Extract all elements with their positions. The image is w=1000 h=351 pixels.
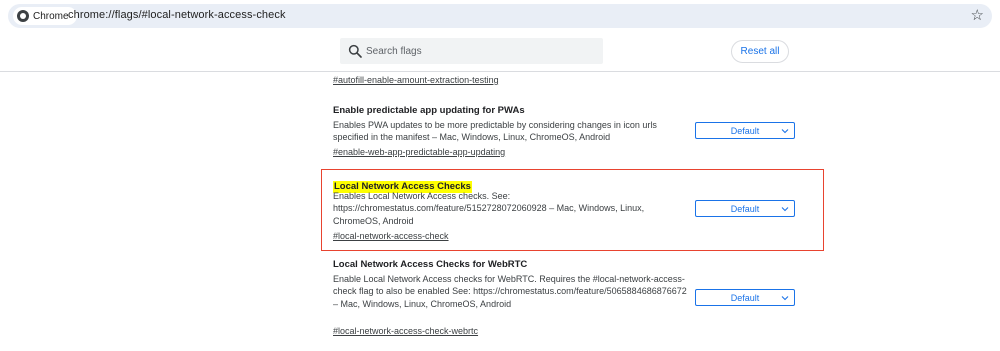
reset-all-button[interactable]: Reset all	[731, 40, 789, 63]
flag-title: Local Network Access Checks for WebRTC	[333, 259, 528, 270]
search-icon	[348, 44, 362, 58]
flag-link[interactable]: #local-network-access-check-webrtc	[333, 325, 478, 337]
chip-label: Chrome	[33, 10, 69, 22]
search-input[interactable]	[365, 38, 595, 64]
search-box[interactable]	[340, 38, 603, 64]
browser-toolbar: Chrome chrome://flags/#local-network-acc…	[0, 0, 1000, 31]
select-value: Default	[730, 292, 760, 303]
url-text[interactable]: chrome://flags/#local-network-access-che…	[68, 9, 286, 21]
select-value: Default	[730, 125, 760, 136]
annotation-highlight-box	[321, 169, 824, 251]
flag-description: Enable Local Network Access checks for W…	[333, 274, 687, 309]
address-bar[interactable]: Chrome chrome://flags/#local-network-acc…	[8, 4, 992, 28]
flag-title: Enable predictable app updating for PWAs	[333, 105, 525, 116]
chrome-logo-icon	[17, 10, 29, 22]
flag-description: Enables PWA updates to be more predictab…	[333, 120, 657, 143]
chevron-down-icon	[781, 129, 789, 134]
flags-header: Reset all	[0, 31, 1000, 72]
flag-item: Enable predictable app updating for PWAs…	[333, 105, 833, 161]
flag-link[interactable]: #autofill-enable-amount-extraction-testi…	[333, 74, 499, 86]
flag-state-select[interactable]: Default	[695, 289, 795, 306]
flag-state-select[interactable]: Default	[695, 122, 795, 139]
flag-link[interactable]: #enable-web-app-predictable-app-updating	[333, 146, 505, 158]
bookmark-star-icon[interactable]: ☆	[971, 6, 984, 26]
chrome-flags-page: Chrome chrome://flags/#local-network-acc…	[0, 0, 1000, 351]
flag-item: Local Network Access Checks for WebRTC E…	[333, 259, 833, 339]
chevron-down-icon	[781, 296, 789, 301]
